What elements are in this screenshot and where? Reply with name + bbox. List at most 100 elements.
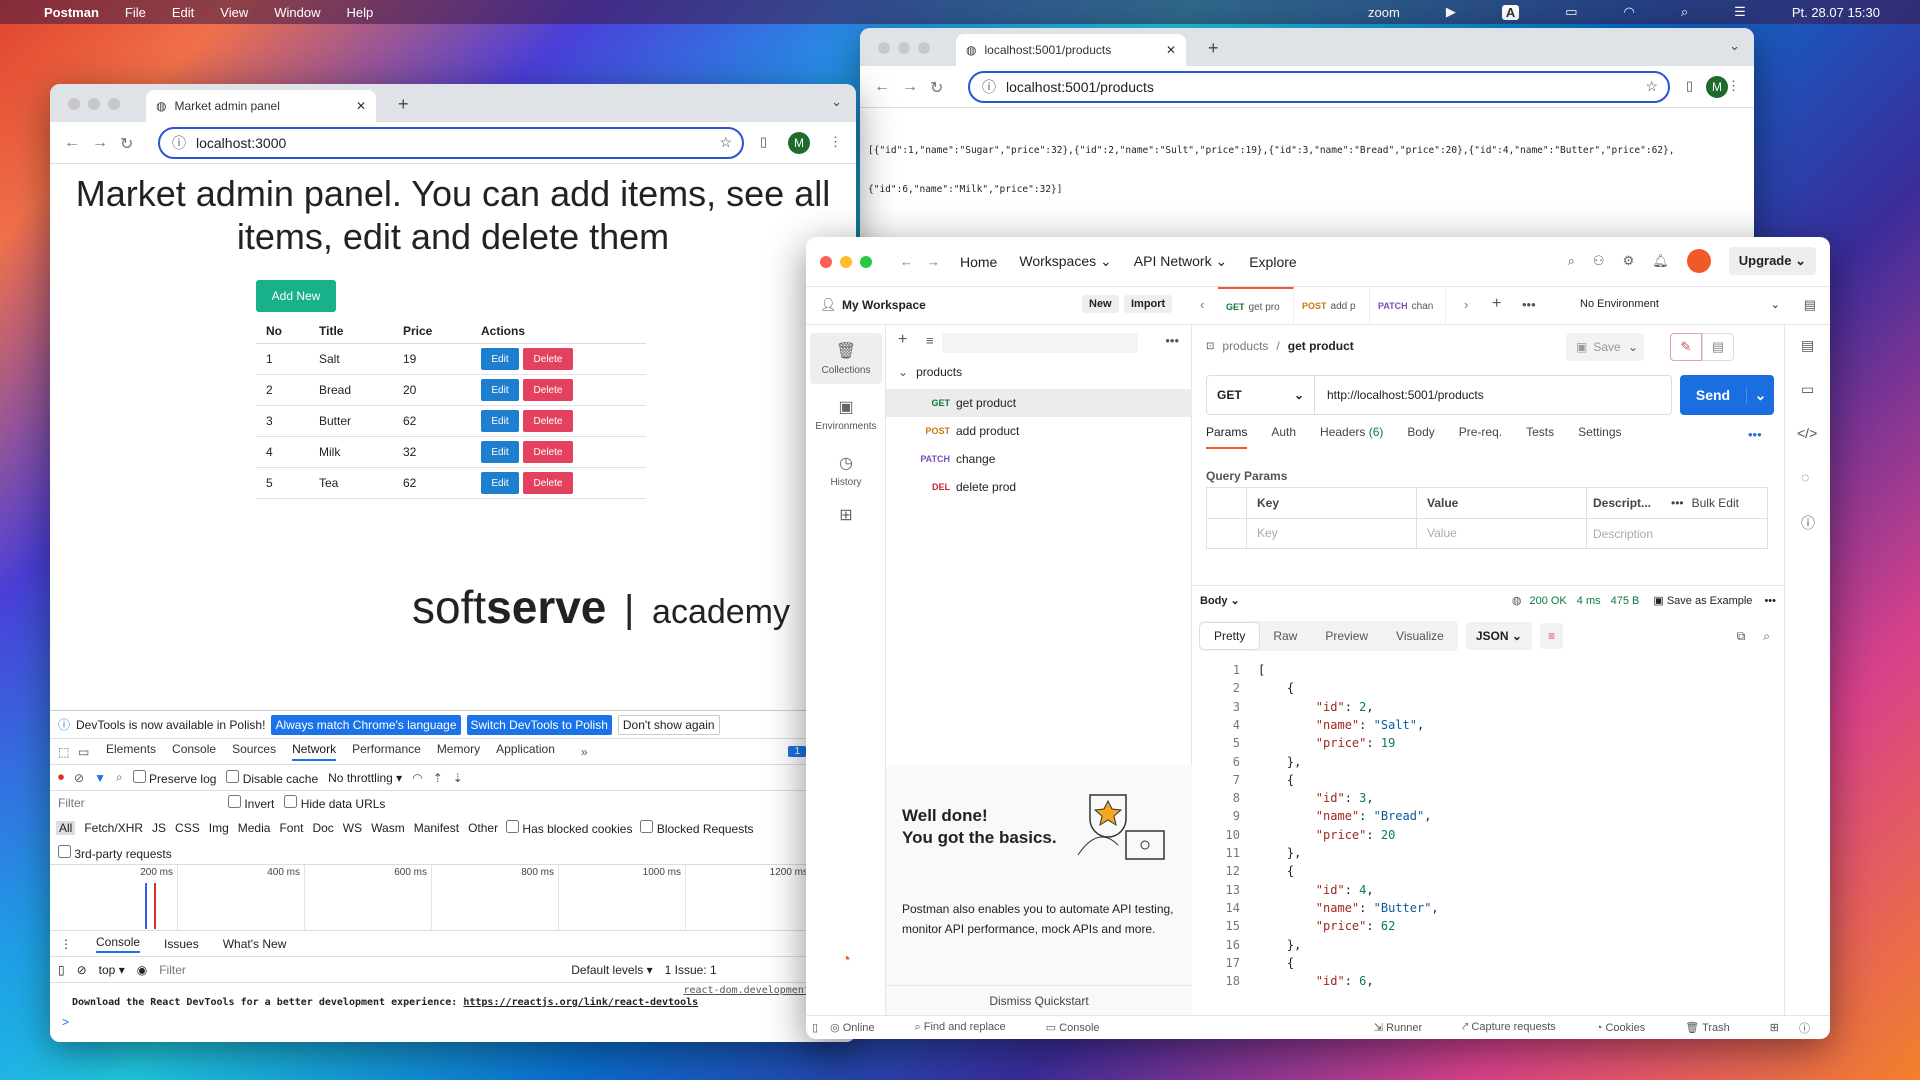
status-code[interactable]: 200 OK — [1529, 595, 1566, 607]
close-dot[interactable] — [68, 98, 80, 110]
console-message-link[interactable]: https://reactjs.org/link/react-devtools — [463, 997, 698, 1008]
clock[interactable]: Pt. 28.07 15:30 — [1792, 5, 1880, 20]
reload-icon[interactable]: ↻ — [930, 78, 943, 98]
add-tab-icon[interactable]: + — [1492, 295, 1501, 313]
console-prompt[interactable]: > — [62, 1015, 69, 1029]
sidebar-configure[interactable]: ⊞ — [810, 505, 882, 529]
save-example-button[interactable]: ▣ Save as Example — [1653, 594, 1752, 607]
wrap-icon[interactable]: ≡ — [1539, 623, 1563, 649]
param-key-input[interactable]: Key — [1247, 519, 1417, 548]
chevron-down-icon[interactable]: ⌄ — [1729, 38, 1740, 54]
close-tab-icon[interactable]: ✕ — [1166, 43, 1176, 57]
type-filter-js[interactable]: JS — [152, 821, 166, 835]
type-filter-img[interactable]: Img — [209, 821, 229, 835]
issues-counter[interactable]: 1 Issue: 1 — [665, 963, 717, 977]
param-description-input[interactable]: Description — [1587, 527, 1653, 541]
delete-button[interactable]: Delete — [523, 410, 573, 432]
req-tab-params[interactable]: Params — [1206, 425, 1248, 449]
control-center-icon[interactable]: ☰ — [1734, 4, 1746, 20]
comments-icon[interactable]: ▭ — [1801, 381, 1814, 398]
new-button[interactable]: New — [1082, 295, 1119, 313]
menu-edit[interactable]: Edit — [172, 5, 194, 20]
minimize-dot[interactable] — [88, 98, 100, 110]
input-source[interactable]: A — [1501, 4, 1520, 20]
new-tab-icon[interactable]: + — [1208, 38, 1219, 59]
req-tab-headers[interactable]: Headers (6) — [1320, 425, 1383, 449]
play-icon[interactable]: ▶ — [1446, 4, 1456, 20]
delete-button[interactable]: Delete — [523, 441, 573, 463]
clear-console-icon[interactable]: ⊘ — [77, 963, 87, 977]
nav-api-network[interactable]: API Network ⌄ — [1134, 253, 1227, 270]
match-language-button[interactable]: Always match Chrome's language — [271, 714, 461, 735]
type-filter-fetchxhr[interactable]: Fetch/XHR — [84, 821, 143, 835]
inspect-icon[interactable]: ⬚ — [58, 745, 78, 759]
type-filter-ws[interactable]: WS — [343, 821, 362, 835]
forward-icon[interactable]: → — [92, 134, 108, 152]
type-filter-font[interactable]: Font — [279, 821, 303, 835]
tab-admin[interactable]: ◍ Market admin panel ✕ — [146, 90, 376, 122]
code-icon[interactable]: </> — [1797, 425, 1817, 441]
star-icon[interactable]: ☆ — [719, 134, 732, 151]
nav-home[interactable]: Home — [960, 254, 997, 270]
info-icon[interactable]: ⓘ — [1801, 513, 1815, 533]
invite-icon[interactable]: ⚇ — [1593, 253, 1605, 269]
issues-badge[interactable]: 1 — [788, 746, 806, 757]
collection-request[interactable]: POST add product — [886, 417, 1192, 445]
network-filter-input[interactable] — [58, 794, 218, 812]
context-select[interactable]: top ▾ — [99, 963, 125, 977]
req-tab-prereq[interactable]: Pre-req. — [1459, 425, 1502, 449]
params-more-icon[interactable]: ••• — [1671, 496, 1684, 510]
add-new-button[interactable]: Add New — [256, 280, 336, 312]
drawer-tab-whats-new[interactable]: What's New — [223, 937, 287, 951]
menu-view[interactable]: View — [220, 5, 248, 20]
search-icon[interactable]: ⌕ — [1763, 629, 1770, 644]
tabs-forward-icon[interactable]: › — [1464, 297, 1468, 312]
bell-icon[interactable]: 🔔︎ — [1652, 253, 1669, 269]
drawer-tab-issues[interactable]: Issues — [164, 937, 199, 951]
menu-help[interactable]: Help — [346, 5, 373, 20]
help-icon[interactable]: ⓘ — [1799, 1020, 1810, 1036]
devtools-tab-memory[interactable]: Memory — [437, 742, 480, 761]
nav-explore[interactable]: Explore — [1249, 254, 1296, 270]
collection-request[interactable]: PATCH change — [886, 445, 1192, 473]
chevron-down-icon[interactable]: ⌄ — [1628, 340, 1638, 354]
menu-dots-icon[interactable]: ⋮ — [829, 134, 842, 150]
delete-button[interactable]: Delete — [523, 472, 573, 494]
docs-mode-button[interactable]: ▤ — [1702, 333, 1734, 361]
add-collection-icon[interactable]: + — [898, 331, 907, 349]
minimize-dot[interactable] — [840, 255, 852, 268]
star-icon[interactable]: ☆ — [1645, 78, 1658, 95]
gear-icon[interactable]: ⚙ — [1623, 253, 1635, 269]
dont-show-button[interactable]: Don't show again — [617, 714, 720, 735]
chevron-down-icon[interactable]: ⌄ — [1746, 386, 1774, 404]
drawer-tab-console[interactable]: Console — [96, 935, 141, 953]
devtools-tab-console[interactable]: Console — [172, 742, 216, 761]
switch-polish-button[interactable]: Switch DevTools to Polish — [466, 714, 612, 735]
back-icon[interactable]: ← — [900, 254, 913, 269]
disable-cache-checkbox[interactable]: Disable cache — [226, 769, 318, 786]
collection-products[interactable]: ⌄ products — [898, 365, 962, 379]
tab-products[interactable]: ◍ localhost:5001/products ✕ — [956, 34, 1186, 66]
cookies-button[interactable]: ◔ Cookies — [1596, 1022, 1665, 1034]
forward-icon[interactable]: → — [927, 254, 940, 269]
search-icon[interactable]: ⌕ — [116, 770, 123, 785]
type-filter-css[interactable]: CSS — [175, 821, 200, 835]
upload-icon[interactable]: ⇡ — [433, 771, 443, 785]
download-icon[interactable]: ⇣ — [453, 771, 463, 785]
view-preview[interactable]: Preview — [1311, 623, 1382, 649]
type-filter-media[interactable]: Media — [238, 821, 271, 835]
zoom-dot[interactable] — [860, 255, 872, 268]
back-icon[interactable]: ← — [64, 134, 80, 152]
levels-select[interactable]: Default levels ▾ — [571, 963, 652, 977]
type-filter-manifest[interactable]: Manifest — [414, 821, 459, 835]
delete-button[interactable]: Delete — [523, 348, 573, 370]
reload-icon[interactable]: ↻ — [120, 134, 133, 154]
edit-button[interactable]: Edit — [481, 472, 519, 494]
console-filter-input[interactable] — [159, 960, 560, 979]
send-button[interactable]: Send ⌄ — [1680, 375, 1774, 415]
address-bar[interactable]: ⓘ localhost:5001/products ☆ — [968, 70, 1670, 103]
response-body-select[interactable]: Body ⌄ — [1200, 594, 1240, 607]
sidebar-environments[interactable]: ▣ Environments — [810, 389, 882, 440]
type-filter-wasm[interactable]: Wasm — [371, 821, 405, 835]
breadcrumb-root[interactable]: products — [1222, 339, 1268, 353]
